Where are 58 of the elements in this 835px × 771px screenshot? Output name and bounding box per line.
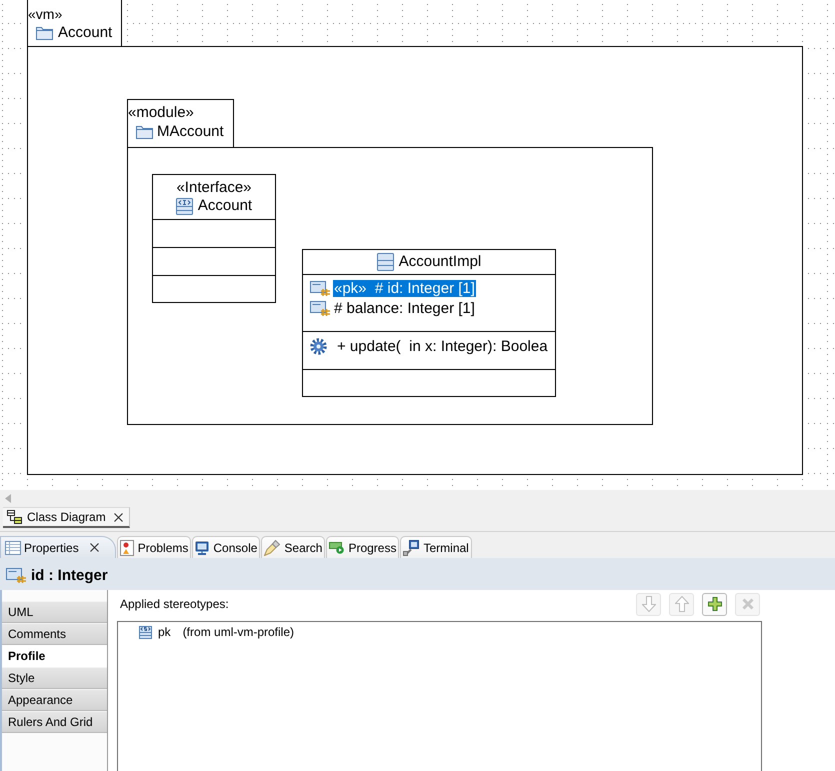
attribute-text[interactable]: # balance: Integer [1] — [333, 300, 476, 316]
class-icon — [376, 253, 394, 271]
section-tab[interactable]: Rulers And Grid — [2, 711, 107, 733]
package-name: Account — [58, 24, 112, 42]
folder-icon — [136, 125, 153, 139]
view-tab[interactable]: Progress — [326, 536, 400, 558]
section-tab[interactable]: Profile — [2, 645, 107, 667]
gear-icon — [310, 338, 327, 354]
package-tab[interactable]: «vm» Account — [27, 0, 122, 46]
class-stereotype: «Interface» — [176, 179, 252, 197]
monitor-plug-icon — [403, 540, 420, 556]
board-icon — [120, 540, 134, 556]
interface-box[interactable]: «Interface» Account — [152, 174, 276, 303]
view-tab[interactable]: Console — [192, 536, 260, 558]
up-arrow-icon — [674, 596, 688, 612]
attribute-icon — [310, 280, 330, 296]
monitor-icon — [195, 540, 210, 554]
view-tab[interactable]: Terminal — [400, 536, 472, 558]
view-tab[interactable]: Search — [261, 536, 326, 558]
class-name: AccountImpl — [398, 253, 482, 271]
cross-icon — [742, 598, 754, 610]
package-name: MAccount — [157, 123, 224, 141]
package-tab[interactable]: «module» MAccount — [127, 99, 234, 147]
section-tab[interactable]: Style — [2, 667, 107, 689]
close-icon[interactable] — [114, 512, 123, 522]
attribute-icon — [6, 568, 26, 583]
stereotype-icon — [139, 626, 152, 638]
stereotype-name[interactable]: pk — [158, 625, 171, 639]
attribute-text[interactable]: «pk» # id: Integer [1] — [333, 280, 476, 296]
diagram-icon — [7, 510, 22, 524]
attribute-icon — [310, 300, 330, 316]
package-stereotype: «module» — [128, 105, 195, 121]
add-button[interactable] — [702, 592, 727, 616]
editor-tab[interactable]: Class Diagram — [3, 507, 130, 528]
plus-icon — [708, 597, 722, 611]
package-body[interactable]: «module» MAccount «Interface» Account AccountImpl «pk» # id: Integer [1] # balance: Integer [1] + update( in x: Integer): Boolea — [27, 46, 803, 475]
section-tab[interactable]: UML — [2, 601, 107, 623]
operation-text[interactable]: + update( in x: Integer): Boolea — [337, 338, 548, 354]
scroll-left-icon[interactable] — [5, 494, 11, 502]
close-icon[interactable] — [90, 543, 99, 552]
stereotype-source: (from uml-vm-profile) — [182, 625, 294, 639]
progress-icon — [329, 541, 344, 554]
interface-icon — [176, 198, 193, 214]
view-tab[interactable]: Properties — [0, 536, 116, 558]
section-tab[interactable]: Appearance — [2, 689, 107, 711]
section-tab[interactable]: Comments — [2, 623, 107, 645]
class-box[interactable]: AccountImpl «pk» # id: Integer [1] # balance: Integer [1] + update( in x: Integer): Boolea — [302, 249, 556, 397]
folder-icon — [36, 26, 53, 40]
properties-title: id : Integer — [31, 567, 108, 584]
down-arrow-icon — [642, 596, 656, 612]
package-body[interactable]: «Interface» Account AccountImpl «pk» # id: Integer [1] # balance: Integer [1] + update( in x: Integer): Boolea — [127, 147, 653, 425]
applied-stereotypes-label: Applied stereotypes: — [120, 597, 229, 611]
package-stereotype: «vm» — [28, 6, 64, 22]
class-name: Account — [198, 197, 252, 215]
flashlight-icon — [264, 540, 280, 556]
horizontal-scrollbar[interactable] — [0, 490, 835, 506]
table-icon — [5, 540, 21, 554]
view-tab[interactable]: Problems — [116, 536, 192, 558]
